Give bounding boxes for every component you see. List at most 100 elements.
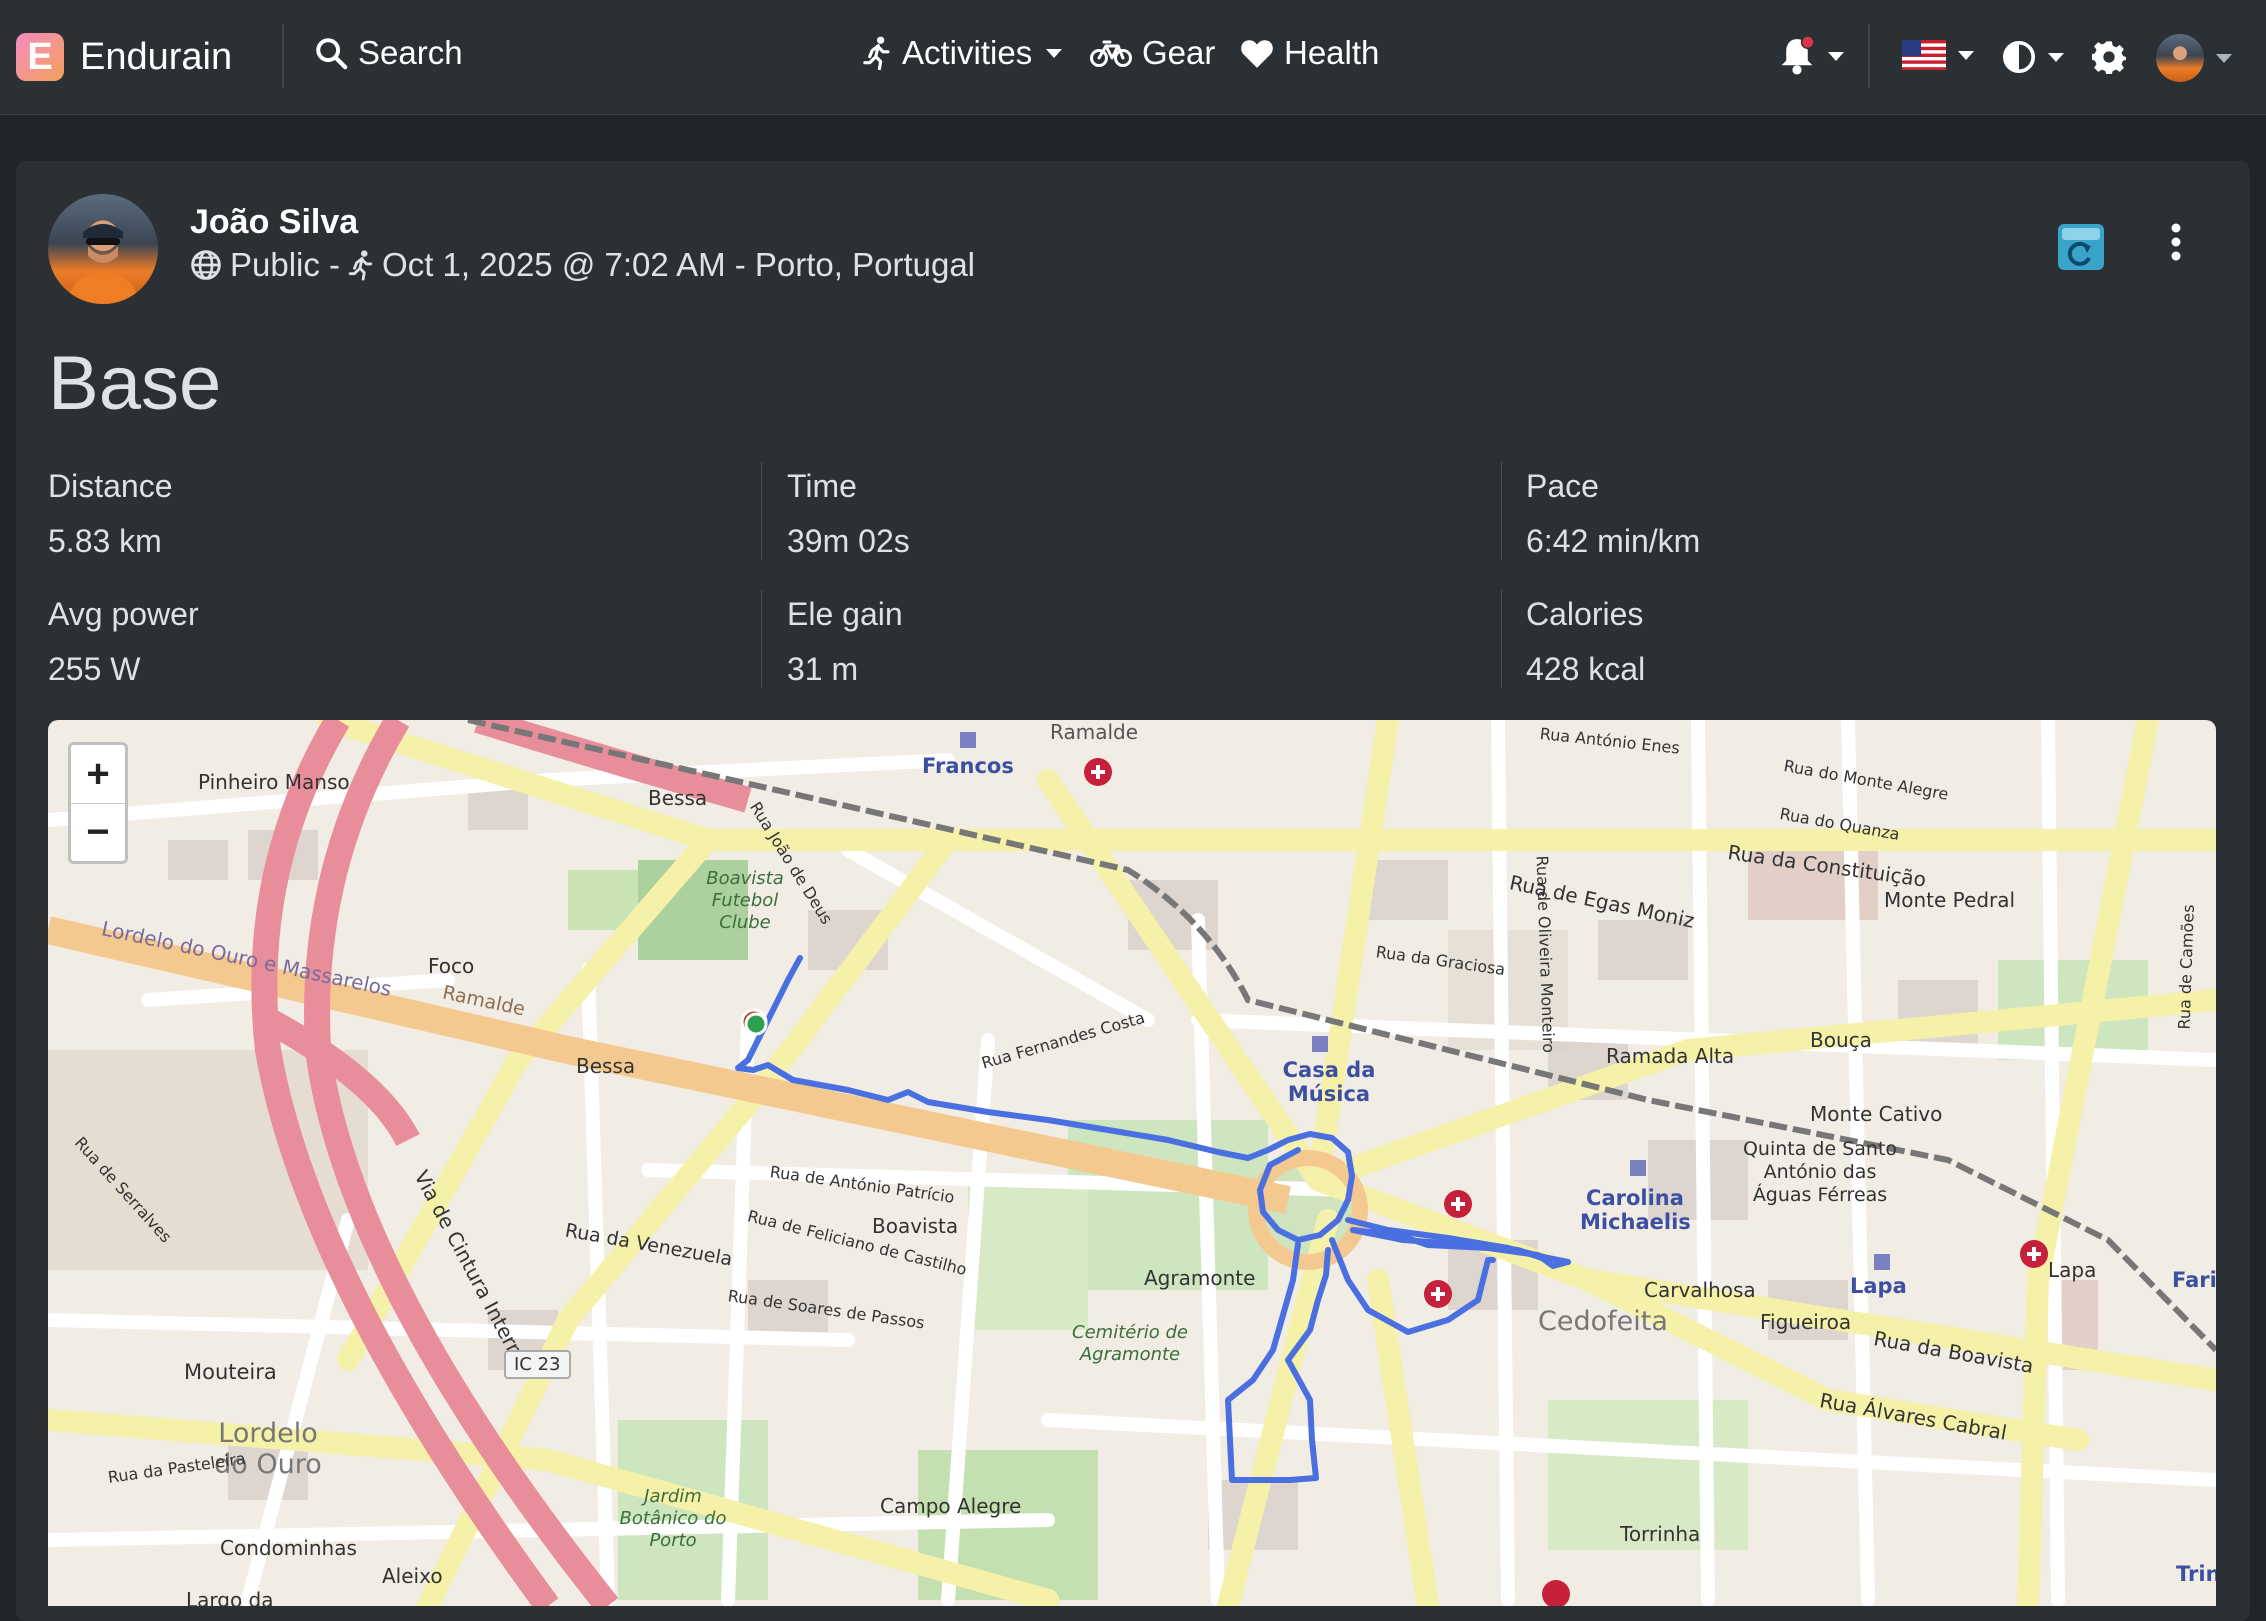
map-label: Bessa [648, 786, 708, 810]
map-label: Cedofeita [1538, 1306, 1668, 1337]
map-label: Largo da [186, 1588, 274, 1606]
endurain-logo-icon[interactable]: E [16, 33, 64, 81]
map-label: Lapa [2048, 1258, 2097, 1282]
map-label: Foco [428, 954, 475, 978]
map-label: Ramalde [1050, 720, 1139, 744]
map-label: Condominhas [220, 1536, 357, 1560]
health-label: Health [1284, 34, 1380, 71]
heart-icon [1241, 40, 1273, 68]
brand-name[interactable]: Endurain [80, 36, 232, 79]
map-label: Monte Cativo [1810, 1102, 1943, 1126]
notifications-dropdown[interactable] [1778, 36, 1844, 76]
map-label: Pinheiro Manso [198, 770, 350, 794]
stat-value: 39m 02s [787, 523, 910, 559]
stat-pace: Pace 6:42 min/km [1526, 468, 2226, 560]
chevron-down-icon [1828, 51, 1844, 61]
stat-divider [761, 462, 762, 560]
activities-label: Activities [902, 34, 1033, 71]
stat-divider [1501, 590, 1502, 688]
route-start-marker [744, 1012, 768, 1036]
map-label: IC 23 [504, 1350, 571, 1379]
zoom-out-button[interactable]: − [71, 803, 125, 861]
map-label: Torrinha [1620, 1522, 1701, 1546]
avatar [2156, 34, 2204, 82]
nav-divider [282, 24, 284, 88]
bicycle-icon [1090, 40, 1132, 67]
map-label: Carolina Michaelis [1580, 1186, 1691, 1234]
activity-meta: Public - Oct 1, 2025 @ 7:02 AM - Porto, … [190, 246, 975, 284]
stat-avg-power: Avg power 255 W [48, 596, 748, 688]
map-label: Aleixo [382, 1564, 443, 1588]
sync-icon [2062, 228, 2100, 266]
garmin-connect-icon[interactable] [2058, 224, 2104, 270]
more-options-button[interactable] [2164, 220, 2188, 270]
map-label: Francos [922, 754, 1014, 778]
visibility-text: Public - [230, 246, 341, 283]
running-person-icon [348, 250, 373, 281]
running-person-icon [863, 36, 890, 70]
stat-value: 31 m [787, 651, 859, 687]
nav-divider [1868, 24, 1870, 88]
kebab-menu-icon [2171, 223, 2181, 261]
map-label: Campo Alegre [880, 1494, 1022, 1518]
stat-value: 5.83 km [48, 523, 162, 559]
map-label: Trin [2176, 1562, 2216, 1586]
stat-label: Ele gain [787, 596, 903, 632]
stat-label: Calories [1526, 596, 1644, 632]
map-label: Lapa [1850, 1274, 1907, 1298]
language-dropdown[interactable] [1902, 40, 1974, 70]
map-label: Figueiroa [1760, 1310, 1852, 1334]
stat-divider [1501, 462, 1502, 560]
map-label: Casa da Música [1282, 1058, 1376, 1106]
stat-label: Avg power [48, 596, 199, 632]
zoom-in-button[interactable]: + [71, 745, 125, 803]
map-label: Ramada Alta [1606, 1044, 1735, 1068]
map-label: Faria G [2172, 1268, 2216, 1292]
stat-calories: Calories 428 kcal [1526, 596, 2226, 688]
map-label: Boavista Futebol Clube [706, 868, 784, 933]
top-navbar: E Endurain Search Activities Gear Health [0, 0, 2266, 115]
map-label: Mouteira [184, 1360, 277, 1384]
stat-label: Time [787, 468, 857, 504]
gear-label: Gear [1142, 34, 1216, 71]
health-link[interactable]: Health [1240, 34, 1379, 72]
contrast-icon [2002, 40, 2036, 74]
stat-label: Distance [48, 468, 173, 504]
activities-dropdown[interactable]: Activities [862, 34, 1063, 72]
globe-icon [191, 250, 221, 280]
theme-dropdown[interactable] [2002, 40, 2064, 74]
map-label: Bessa [576, 1054, 636, 1078]
search-label: Search [358, 34, 463, 71]
search-icon [316, 38, 348, 70]
stat-time: Time 39m 02s [787, 468, 1487, 560]
activity-title: Base [48, 341, 222, 426]
chevron-down-icon [2048, 52, 2064, 62]
stat-value: 428 kcal [1526, 651, 1646, 687]
user-photo [68, 224, 138, 304]
chevron-down-icon [1046, 48, 1063, 58]
gear-link[interactable]: Gear [1090, 34, 1215, 72]
search-link[interactable]: Search [314, 34, 463, 72]
stat-value: 6:42 min/km [1526, 523, 1701, 559]
map-label: Jardim Botânico do Porto [619, 1486, 727, 1551]
chevron-down-icon [1958, 50, 1974, 60]
user-avatar[interactable] [48, 194, 158, 304]
map-label: Boavista [872, 1214, 959, 1238]
user-name[interactable]: João Silva [190, 203, 358, 242]
stat-distance: Distance 5.83 km [48, 468, 748, 560]
stat-ele-gain: Ele gain 31 m [787, 596, 1487, 688]
chevron-down-icon [2216, 53, 2232, 63]
activity-map[interactable]: + − Pinheiro Manso Bessa Boavista Futebo… [48, 720, 2216, 1606]
us-flag-icon [1902, 40, 1946, 70]
activity-datetime-location: Oct 1, 2025 @ 7:02 AM - Porto, Portugal [382, 246, 976, 283]
user-menu-dropdown[interactable] [2156, 34, 2232, 82]
map-label: Quinta de Santo António das Águas Férrea… [1742, 1138, 1898, 1206]
bell-icon [1781, 36, 1815, 75]
map-label: Cemitério de Agramonte [1072, 1322, 1188, 1365]
stat-value: 255 W [48, 651, 141, 687]
gear-icon [2092, 41, 2126, 74]
map-label: Monte Pedral [1884, 888, 2016, 912]
map-label: Agramonte [1144, 1266, 1256, 1290]
settings-button[interactable] [2092, 40, 2126, 74]
stat-divider [761, 590, 762, 688]
